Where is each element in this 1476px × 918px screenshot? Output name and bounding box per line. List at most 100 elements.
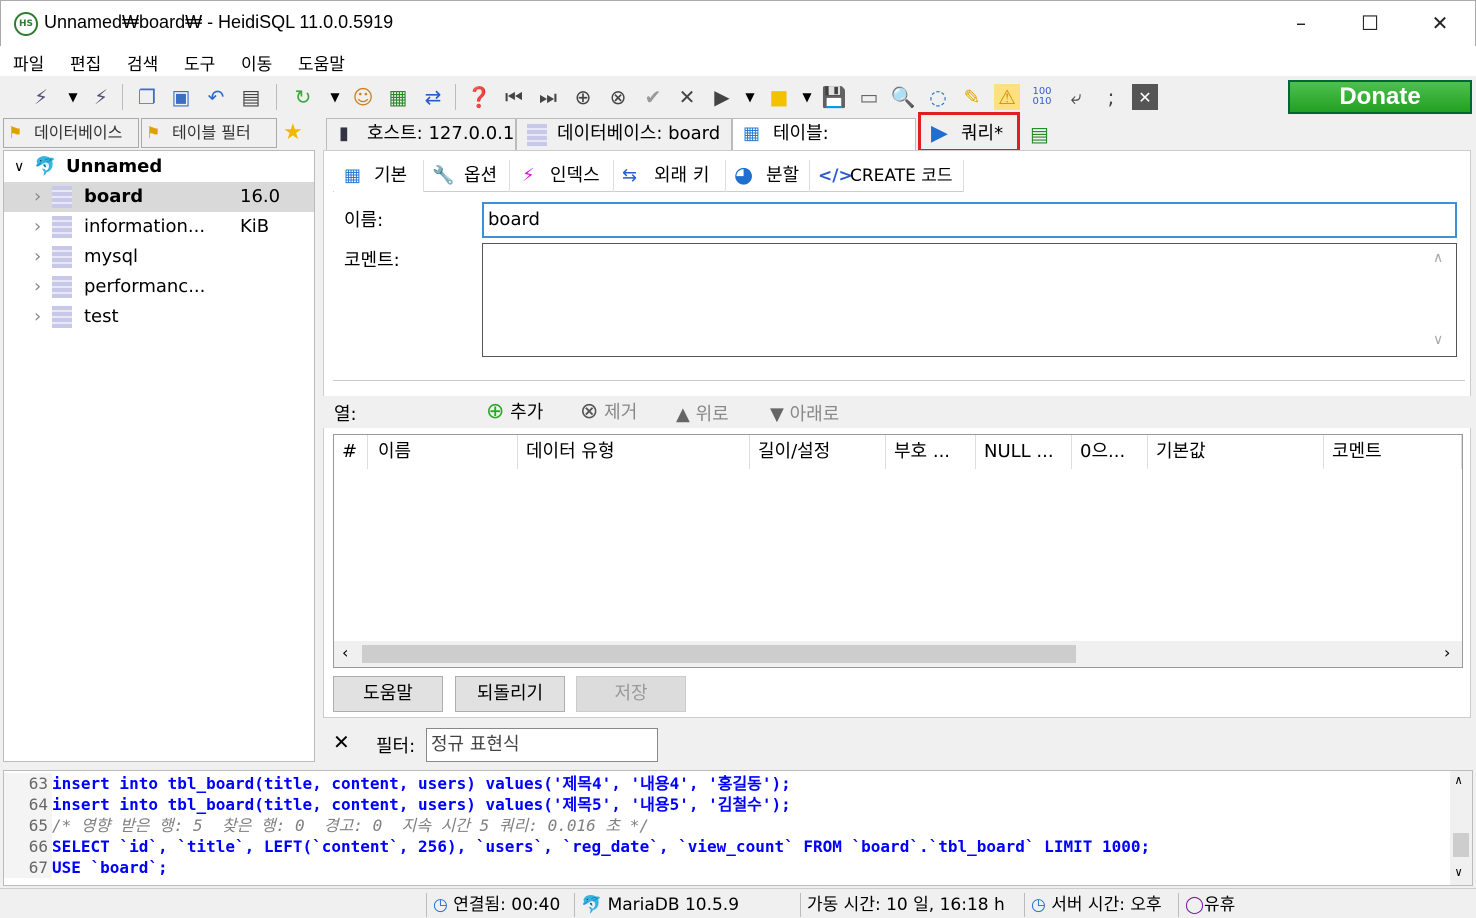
column-header[interactable]: 코멘트 (1324, 435, 1462, 469)
tab-database[interactable]: 데이터베이스: board (516, 118, 732, 150)
close-tab-icon[interactable]: ✕ (1132, 84, 1158, 110)
refresh-icon[interactable]: ↻ (290, 84, 316, 110)
tree-item-test[interactable]: › test (4, 302, 314, 332)
delete-record-icon[interactable]: ⊗ (605, 84, 631, 110)
database-tree[interactable]: ∨ 🐬 Unnamed › board 16.0 KiB › informati… (3, 150, 315, 762)
column-header[interactable]: 길이/설정 (750, 435, 886, 469)
sql-log[interactable]: 63 insert into tbl_board(title, content, … (3, 770, 1473, 886)
chevron-up-icon[interactable]: ∧ (1433, 250, 1443, 266)
user-manager-icon[interactable]: ☺ (350, 84, 376, 110)
scrollbar-thumb[interactable] (362, 645, 1076, 663)
menu-search[interactable]: 검색 (127, 50, 158, 75)
semicolon-icon[interactable]: ; (1098, 84, 1124, 110)
menu-goto[interactable]: 이동 (241, 50, 272, 75)
menu-edit[interactable]: 편집 (70, 50, 101, 75)
print-icon[interactable]: ▤ (238, 84, 264, 110)
move-up-button[interactable]: ▲ 위로 (676, 400, 729, 426)
column-header[interactable]: 부호 ... (886, 435, 976, 469)
chevron-down-icon[interactable]: ▼ (737, 84, 763, 110)
table-comment-textarea[interactable] (482, 243, 1457, 357)
new-query-tab-icon[interactable]: ▤ (1030, 122, 1049, 146)
column-header[interactable]: 0으... (1072, 435, 1148, 469)
copy-icon[interactable]: ❐ (134, 84, 160, 110)
chevron-down-icon[interactable]: ▼ (794, 84, 820, 110)
chevron-down-icon[interactable]: ▼ (322, 84, 348, 110)
save-button[interactable]: 저장 (576, 676, 686, 712)
add-record-icon[interactable]: ⊕ (570, 84, 596, 110)
chevron-right-icon[interactable]: › (34, 272, 41, 302)
tab-query[interactable]: ▶ 쿼리* (918, 112, 1020, 152)
columns-grid[interactable]: # 이름 데이터 유형 길이/설정 부호 ... NULL ... 0으... … (333, 434, 1463, 668)
maximize-button[interactable]: ☐ (1340, 4, 1400, 42)
chevron-down-icon[interactable]: ∨ (1433, 332, 1443, 348)
tab-table[interactable]: ▦테이블: [Untitled] (732, 118, 916, 174)
column-header[interactable]: # (334, 435, 368, 469)
save-icon[interactable]: 💾 (821, 84, 847, 110)
help-button[interactable]: 도움말 (333, 676, 443, 712)
last-record-icon[interactable]: ⏭ (535, 84, 561, 110)
word-wrap-icon[interactable]: ⤶ (1063, 84, 1089, 110)
column-header[interactable]: 이름 (370, 435, 518, 469)
chevron-left-icon[interactable]: ‹ (342, 643, 348, 662)
subtab-options[interactable]: 🔧 옵션 (424, 160, 510, 192)
save-snippet-icon[interactable]: ▭ (856, 84, 882, 110)
chevron-down-icon[interactable]: ▼ (60, 84, 86, 110)
chevron-right-icon[interactable]: › (34, 212, 41, 242)
warning-icon[interactable]: ⚠ (994, 84, 1020, 110)
close-button[interactable]: ✕ (1410, 4, 1470, 42)
revert-button[interactable]: 되돌리기 (455, 676, 565, 712)
subtab-partitions[interactable]: ◕ 분할 (726, 160, 810, 192)
filter-input[interactable]: 정규 표현식 (426, 728, 658, 762)
donate-button[interactable]: Donate (1288, 80, 1472, 114)
chevron-right-icon[interactable]: › (34, 182, 41, 212)
minimize-button[interactable]: – (1271, 4, 1331, 42)
tree-item-performance[interactable]: › performanc... (4, 272, 314, 302)
subtab-foreign-keys[interactable]: ⇆ 외래 키 (614, 160, 726, 192)
vertical-scrollbar[interactable]: ∧ ∨ (1450, 771, 1472, 885)
scrollbar-thumb[interactable] (1453, 833, 1469, 857)
column-header[interactable]: 데이터 유형 (518, 435, 750, 469)
disconnect-icon[interactable]: ⚡ (88, 84, 114, 110)
subtab-basic[interactable]: ▦ 기본 (334, 160, 424, 192)
star-favorite-icon[interactable]: ★ (283, 120, 303, 145)
format-sql-icon[interactable]: ✎ (959, 84, 985, 110)
tree-item-board[interactable]: › board 16.0 KiB (4, 182, 314, 237)
chevron-right-icon[interactable]: › (34, 302, 41, 332)
replace-icon[interactable]: ◌ (925, 84, 951, 110)
tree-item-information[interactable]: › information... (4, 212, 314, 242)
tab-table-filter[interactable]: ⚑ 테이블 필터 (141, 118, 277, 148)
menu-file[interactable]: 파일 (13, 50, 44, 75)
tab-database-filter[interactable]: ⚑ 데이터베이스 (3, 118, 139, 148)
add-column-button[interactable]: ⊕ 추가 (486, 398, 543, 424)
menu-help[interactable]: 도움말 (298, 50, 345, 75)
chevron-down-icon[interactable]: ∨ (14, 152, 24, 182)
paste-icon[interactable]: ▣ (168, 84, 194, 110)
subtab-create-code[interactable]: </> CREATE 코드 (810, 160, 964, 192)
help-icon[interactable]: ❓ (466, 84, 492, 110)
run-query-icon[interactable]: ▶ (709, 84, 735, 110)
tab-host[interactable]: ▮ 호스트: 127.0.0.1 (326, 118, 516, 150)
search-icon[interactable]: 🔍 (890, 84, 916, 110)
table-name-input[interactable]: board (482, 202, 1457, 238)
session-manager-icon[interactable]: ⚡ (28, 84, 54, 110)
column-header[interactable]: 기본값 (1148, 435, 1324, 469)
column-header[interactable]: NULL ... (976, 435, 1072, 469)
chevron-right-icon[interactable]: › (34, 242, 41, 272)
move-down-button[interactable]: ▼ 아래로 (770, 400, 839, 426)
horizontal-scrollbar[interactable]: ‹ › (334, 641, 1462, 667)
tree-root-unnamed[interactable]: ∨ 🐬 Unnamed (4, 152, 314, 182)
menu-tools[interactable]: 도구 (184, 50, 215, 75)
export-csv-icon[interactable]: ▦ (385, 84, 411, 110)
tree-item-mysql[interactable]: › mysql (4, 242, 314, 272)
chevron-right-icon[interactable]: › (1444, 643, 1450, 662)
close-filter-icon[interactable]: ✕ (333, 730, 350, 754)
cancel-record-icon[interactable]: ✕ (674, 84, 700, 110)
chevron-down-icon[interactable]: ∨ (1455, 865, 1462, 879)
subtab-indexes[interactable]: ⚡ 인덱스 (510, 160, 614, 192)
remove-column-button[interactable]: ⊗ 제거 (580, 398, 637, 424)
undo-icon[interactable]: ↶ (203, 84, 229, 110)
open-folder-icon[interactable]: ■ (766, 84, 792, 110)
post-record-icon[interactable]: ✔ (640, 84, 666, 110)
sync-icon[interactable]: ⇄ (420, 84, 446, 110)
first-record-icon[interactable]: ⏮ (501, 84, 527, 110)
